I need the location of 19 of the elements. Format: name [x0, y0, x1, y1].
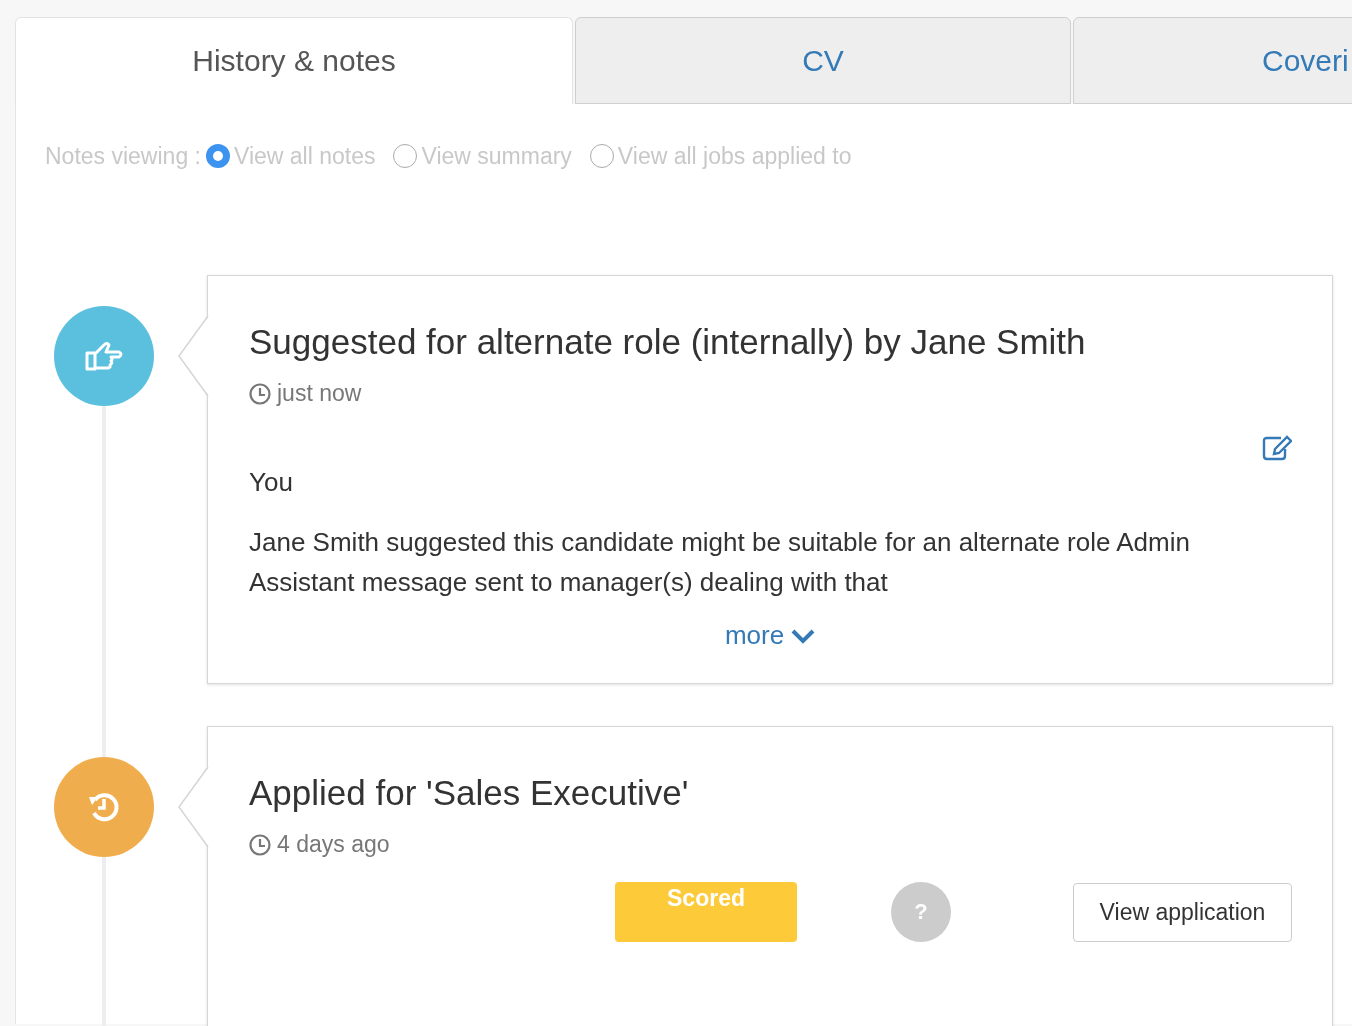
card-title: Suggested for alternate role (internally) by Jane Smith	[249, 321, 1087, 363]
note-author: You	[249, 467, 294, 498]
tab[interactable]: History & notes	[15, 17, 573, 104]
radio-button[interactable]	[393, 144, 418, 168]
pointing-hand-icon	[84, 339, 124, 373]
clock-icon	[249, 382, 271, 405]
timestamp: just now	[277, 380, 362, 407]
note-text: Jane Smith suggested this candidate might be suitable for an alternate role Admin Assistant message sent to manager(s) dealing with that	[249, 526, 1191, 599]
scored-badge: Scored	[615, 882, 797, 942]
clock-icon	[249, 833, 271, 856]
timestamp: 4 days ago	[277, 831, 390, 858]
radio-button[interactable]	[589, 144, 614, 168]
view-application-button[interactable]: View application	[1073, 882, 1292, 942]
radio-button[interactable]	[205, 144, 230, 168]
edit-icon[interactable]	[1262, 435, 1292, 461]
more-link[interactable]: more	[724, 620, 817, 651]
card-title: Applied for 'Sales Executive'	[249, 772, 690, 814]
tab[interactable]: CV	[575, 17, 1071, 104]
tab[interactable]: Coveri	[1073, 17, 1352, 104]
